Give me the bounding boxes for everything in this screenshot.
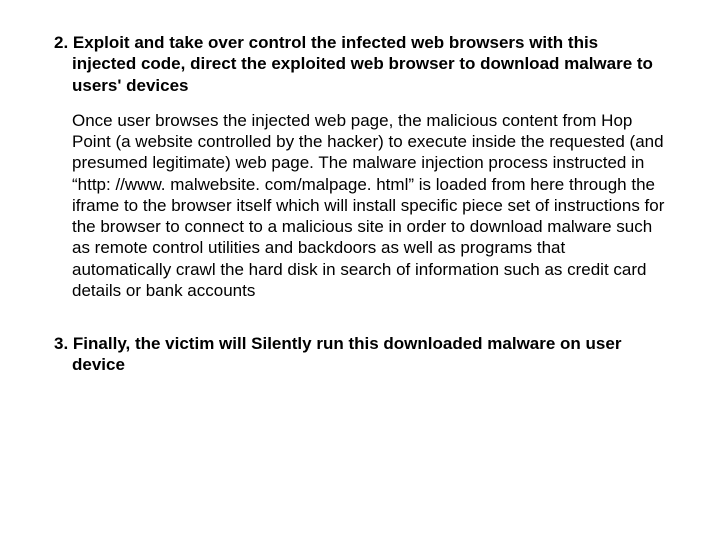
list-item-3: 3. Finally, the victim will Silently run… — [54, 333, 666, 376]
item-2-body: Once user browses the injected web page,… — [54, 110, 666, 301]
item-2-heading: 2. Exploit and take over control the inf… — [54, 32, 666, 96]
document-page: 2. Exploit and take over control the inf… — [0, 0, 720, 376]
item-3-heading: 3. Finally, the victim will Silently run… — [54, 333, 666, 376]
item-2-heading-text: Exploit and take over control the infect… — [72, 33, 653, 95]
item-2-number: 2. — [54, 33, 68, 52]
list-item-2: 2. Exploit and take over control the inf… — [54, 32, 666, 301]
item-3-heading-text: Finally, the victim will Silently run th… — [72, 334, 621, 374]
item-3-number: 3. — [54, 334, 68, 353]
